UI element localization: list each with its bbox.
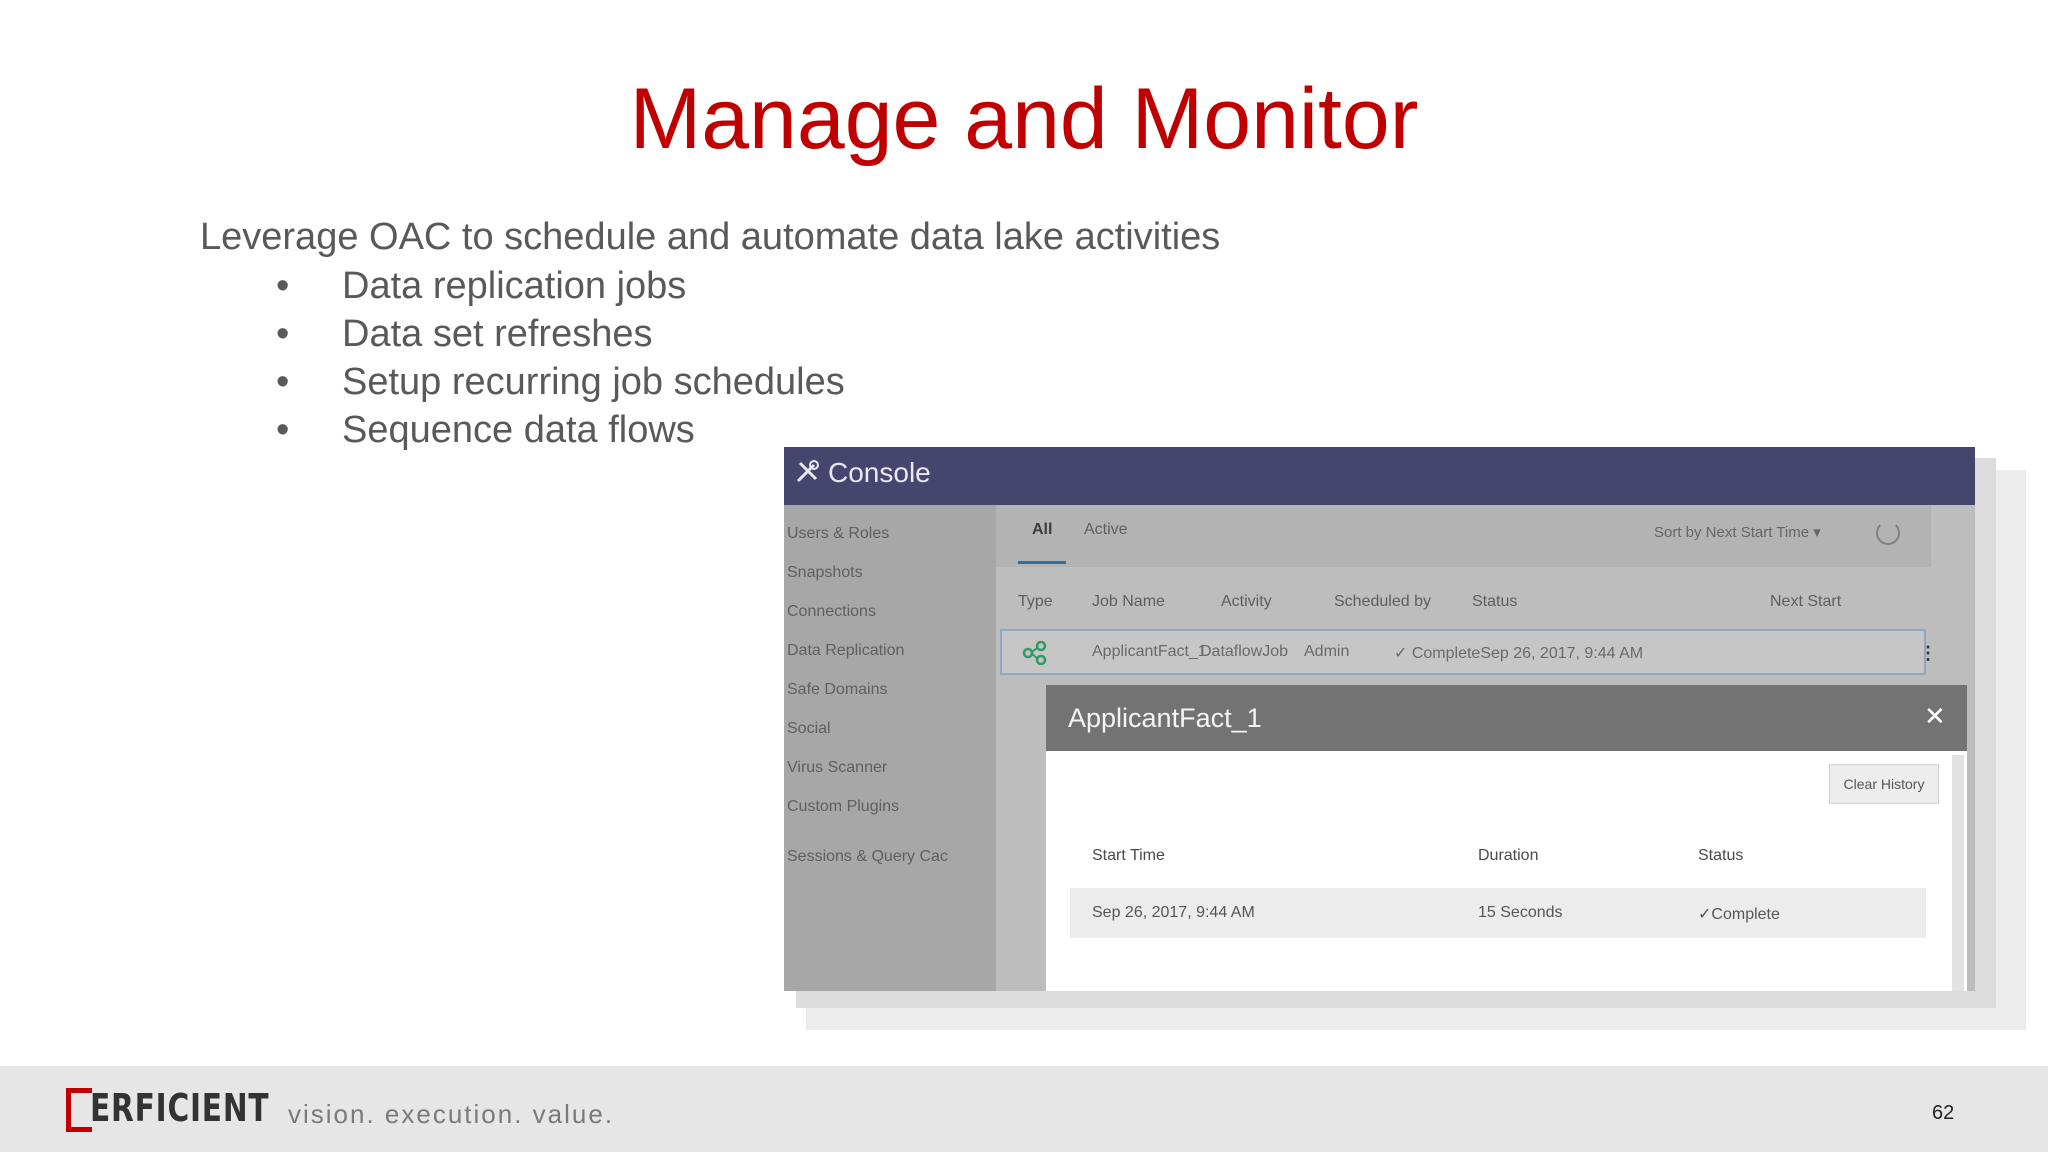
column-header-status: Status [1472, 593, 1518, 610]
column-header-next-start: Next Start [1770, 593, 1842, 610]
bullet-text: Sequence data flows [342, 409, 695, 451]
bullet-list: • Data replication jobs • Data set refresh… [276, 262, 845, 454]
bullet-text: Setup recurring job schedules [342, 361, 845, 403]
history-row: Sep 26, 2017, 9:44 AM 15 Seconds ✓Comple… [1070, 888, 1926, 938]
console-title: Console [828, 457, 931, 488]
bullet-item: • Sequence data flows [276, 406, 845, 454]
dialog-scrollbar[interactable] [1952, 755, 1964, 991]
sidebar-item-safe-domains[interactable]: Safe Domains [787, 681, 888, 699]
page-number: 62 [1932, 1102, 1955, 1124]
bullet-text: Data replication jobs [342, 265, 687, 307]
job-activity: DataflowJob [1200, 643, 1289, 660]
column-header-type: Type [1018, 593, 1053, 610]
sidebar-item-data-replication[interactable]: Data Replication [787, 642, 904, 660]
console-sidebar: Users & Roles Snapshots Connections Data… [784, 505, 996, 991]
history-duration: 15 Seconds [1478, 904, 1563, 921]
tab-bar: All Active Sort by Next Start Time ▾ [996, 505, 1931, 567]
sidebar-item-sessions[interactable]: Sessions & Query Cac [787, 848, 948, 866]
job-status: ✓ CompleteSep 26, 2017, 9:44 AM [1394, 645, 1644, 662]
history-status: ✓Complete [1698, 906, 1780, 923]
slide-intro: Leverage OAC to schedule and automate da… [200, 216, 1221, 258]
dialog-header: ApplicantFact_1 ✕ [1046, 685, 1967, 751]
history-start-time: Sep 26, 2017, 9:44 AM [1092, 904, 1255, 921]
slide-footer: ERFICIENT vision. execution. value. 62 [0, 1066, 2048, 1152]
logo-mark [66, 1088, 92, 1132]
bullet-item: • Data set refreshes [276, 310, 845, 358]
sidebar-item-users-roles[interactable]: Users & Roles [787, 525, 889, 543]
slide-title: Manage and Monitor [629, 71, 1419, 167]
job-row[interactable]: ApplicantFact_1 DataflowJob Admin ✓ Comp… [1000, 629, 1937, 675]
sidebar-item-social[interactable]: Social [787, 720, 831, 738]
dataflow-icon [1022, 641, 1047, 665]
column-header-activity: Activity [1221, 593, 1272, 610]
sort-dropdown[interactable]: Sort by Next Start Time ▾ [1654, 523, 1821, 541]
column-header-status: Status [1698, 847, 1744, 864]
bullet-item: • Data replication jobs [276, 262, 845, 310]
tools-icon [796, 460, 819, 483]
sidebar-item-virus-scanner[interactable]: Virus Scanner [787, 759, 887, 777]
sidebar-item-snapshots[interactable]: Snapshots [787, 564, 863, 582]
bullet-text: Data set refreshes [342, 313, 653, 355]
tab-underline [1018, 561, 1066, 564]
column-header-duration: Duration [1478, 847, 1539, 864]
tab-active[interactable]: Active [1084, 521, 1128, 539]
bullet-dot: • [276, 361, 290, 403]
job-history-dialog: ApplicantFact_1 ✕ Clear History Start Ti… [1046, 685, 1967, 991]
bullet-dot: • [276, 409, 290, 451]
column-header-start-time: Start Time [1092, 847, 1165, 864]
dialog-title: ApplicantFact_1 [1068, 703, 1262, 733]
logo-text: ERFICIENT [90, 1086, 270, 1130]
refresh-icon[interactable] [1876, 521, 1900, 545]
clear-history-button[interactable]: Clear History [1829, 764, 1939, 804]
column-header-job-name: Job Name [1092, 593, 1165, 610]
close-icon[interactable]: ✕ [1924, 701, 1946, 732]
job-name[interactable]: ApplicantFact_1 [1092, 643, 1207, 661]
more-options-icon[interactable]: ⋮ [1919, 643, 1937, 664]
bullet-dot: • [276, 265, 290, 307]
console-header: Console [784, 447, 1975, 505]
tab-all[interactable]: All [1032, 521, 1052, 539]
bullet-dot: • [276, 313, 290, 355]
sidebar-item-custom-plugins[interactable]: Custom Plugins [787, 798, 899, 816]
column-header-scheduled-by: Scheduled by [1334, 593, 1431, 610]
job-scheduled-by: Admin [1304, 643, 1350, 660]
sidebar-item-connections[interactable]: Connections [787, 603, 876, 621]
tagline: vision. execution. value. [288, 1099, 615, 1129]
bullet-item: • Setup recurring job schedules [276, 358, 845, 406]
